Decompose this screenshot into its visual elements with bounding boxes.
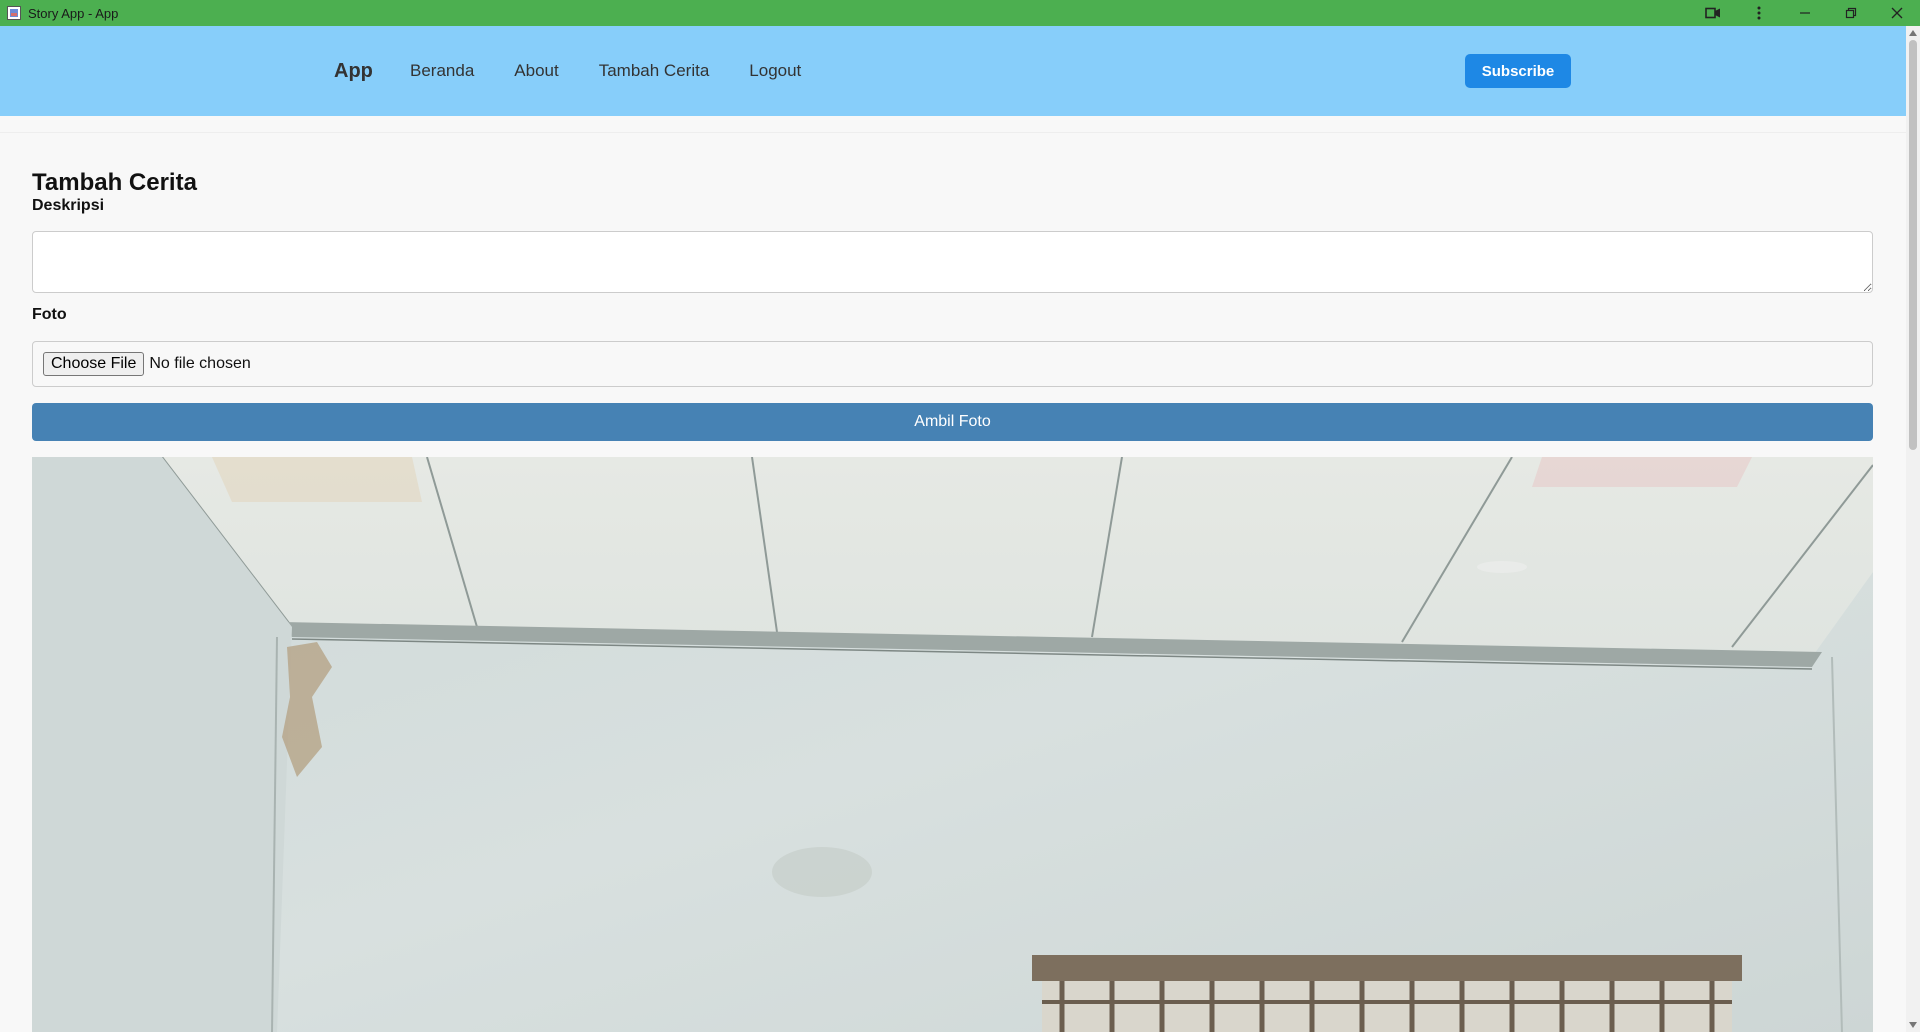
description-input[interactable] <box>32 231 1873 293</box>
page-scrollbar[interactable] <box>1906 26 1920 1032</box>
add-story-form: Tambah Cerita Deskripsi Foto Choose File… <box>0 132 1906 1032</box>
minimize-icon[interactable] <box>1782 0 1828 26</box>
description-label: Deskripsi <box>32 197 105 214</box>
nav-link-tambah-cerita[interactable]: Tambah Cerita <box>599 61 710 81</box>
video-camera-icon[interactable] <box>1690 0 1736 26</box>
page-title: Tambah Cerita <box>32 169 197 196</box>
window-controls <box>1690 0 1920 26</box>
camera-preview <box>32 457 1873 1032</box>
subscribe-button[interactable]: Subscribe <box>1465 54 1571 88</box>
scroll-up-icon[interactable] <box>1909 30 1917 36</box>
scroll-down-icon[interactable] <box>1909 1022 1917 1028</box>
brand-logo[interactable]: App <box>334 60 373 83</box>
nav-link-about[interactable]: About <box>514 61 558 81</box>
kebab-menu-icon[interactable] <box>1736 0 1782 26</box>
photo-label: Foto <box>32 306 67 323</box>
close-icon[interactable] <box>1874 0 1920 26</box>
window-titlebar: Story App - App <box>0 0 1920 26</box>
nav-links: Beranda About Tambah Cerita Logout <box>410 61 841 81</box>
nav-link-logout[interactable]: Logout <box>749 61 801 81</box>
camera-feed-image <box>32 457 1873 1032</box>
story-app-icon <box>6 5 22 21</box>
top-navbar: App Beranda About Tambah Cerita Logout S… <box>0 26 1906 116</box>
choose-file-button[interactable]: Choose File <box>43 352 145 376</box>
window-title: Story App - App <box>28 5 119 21</box>
capture-photo-button[interactable]: Ambil Foto <box>32 403 1873 441</box>
restore-icon[interactable] <box>1828 0 1874 26</box>
file-status-text: No file chosen <box>149 355 251 372</box>
scroll-thumb[interactable] <box>1909 40 1917 450</box>
photo-file-input[interactable]: Choose File No file chosen <box>32 341 1873 387</box>
nav-link-beranda[interactable]: Beranda <box>410 61 474 81</box>
